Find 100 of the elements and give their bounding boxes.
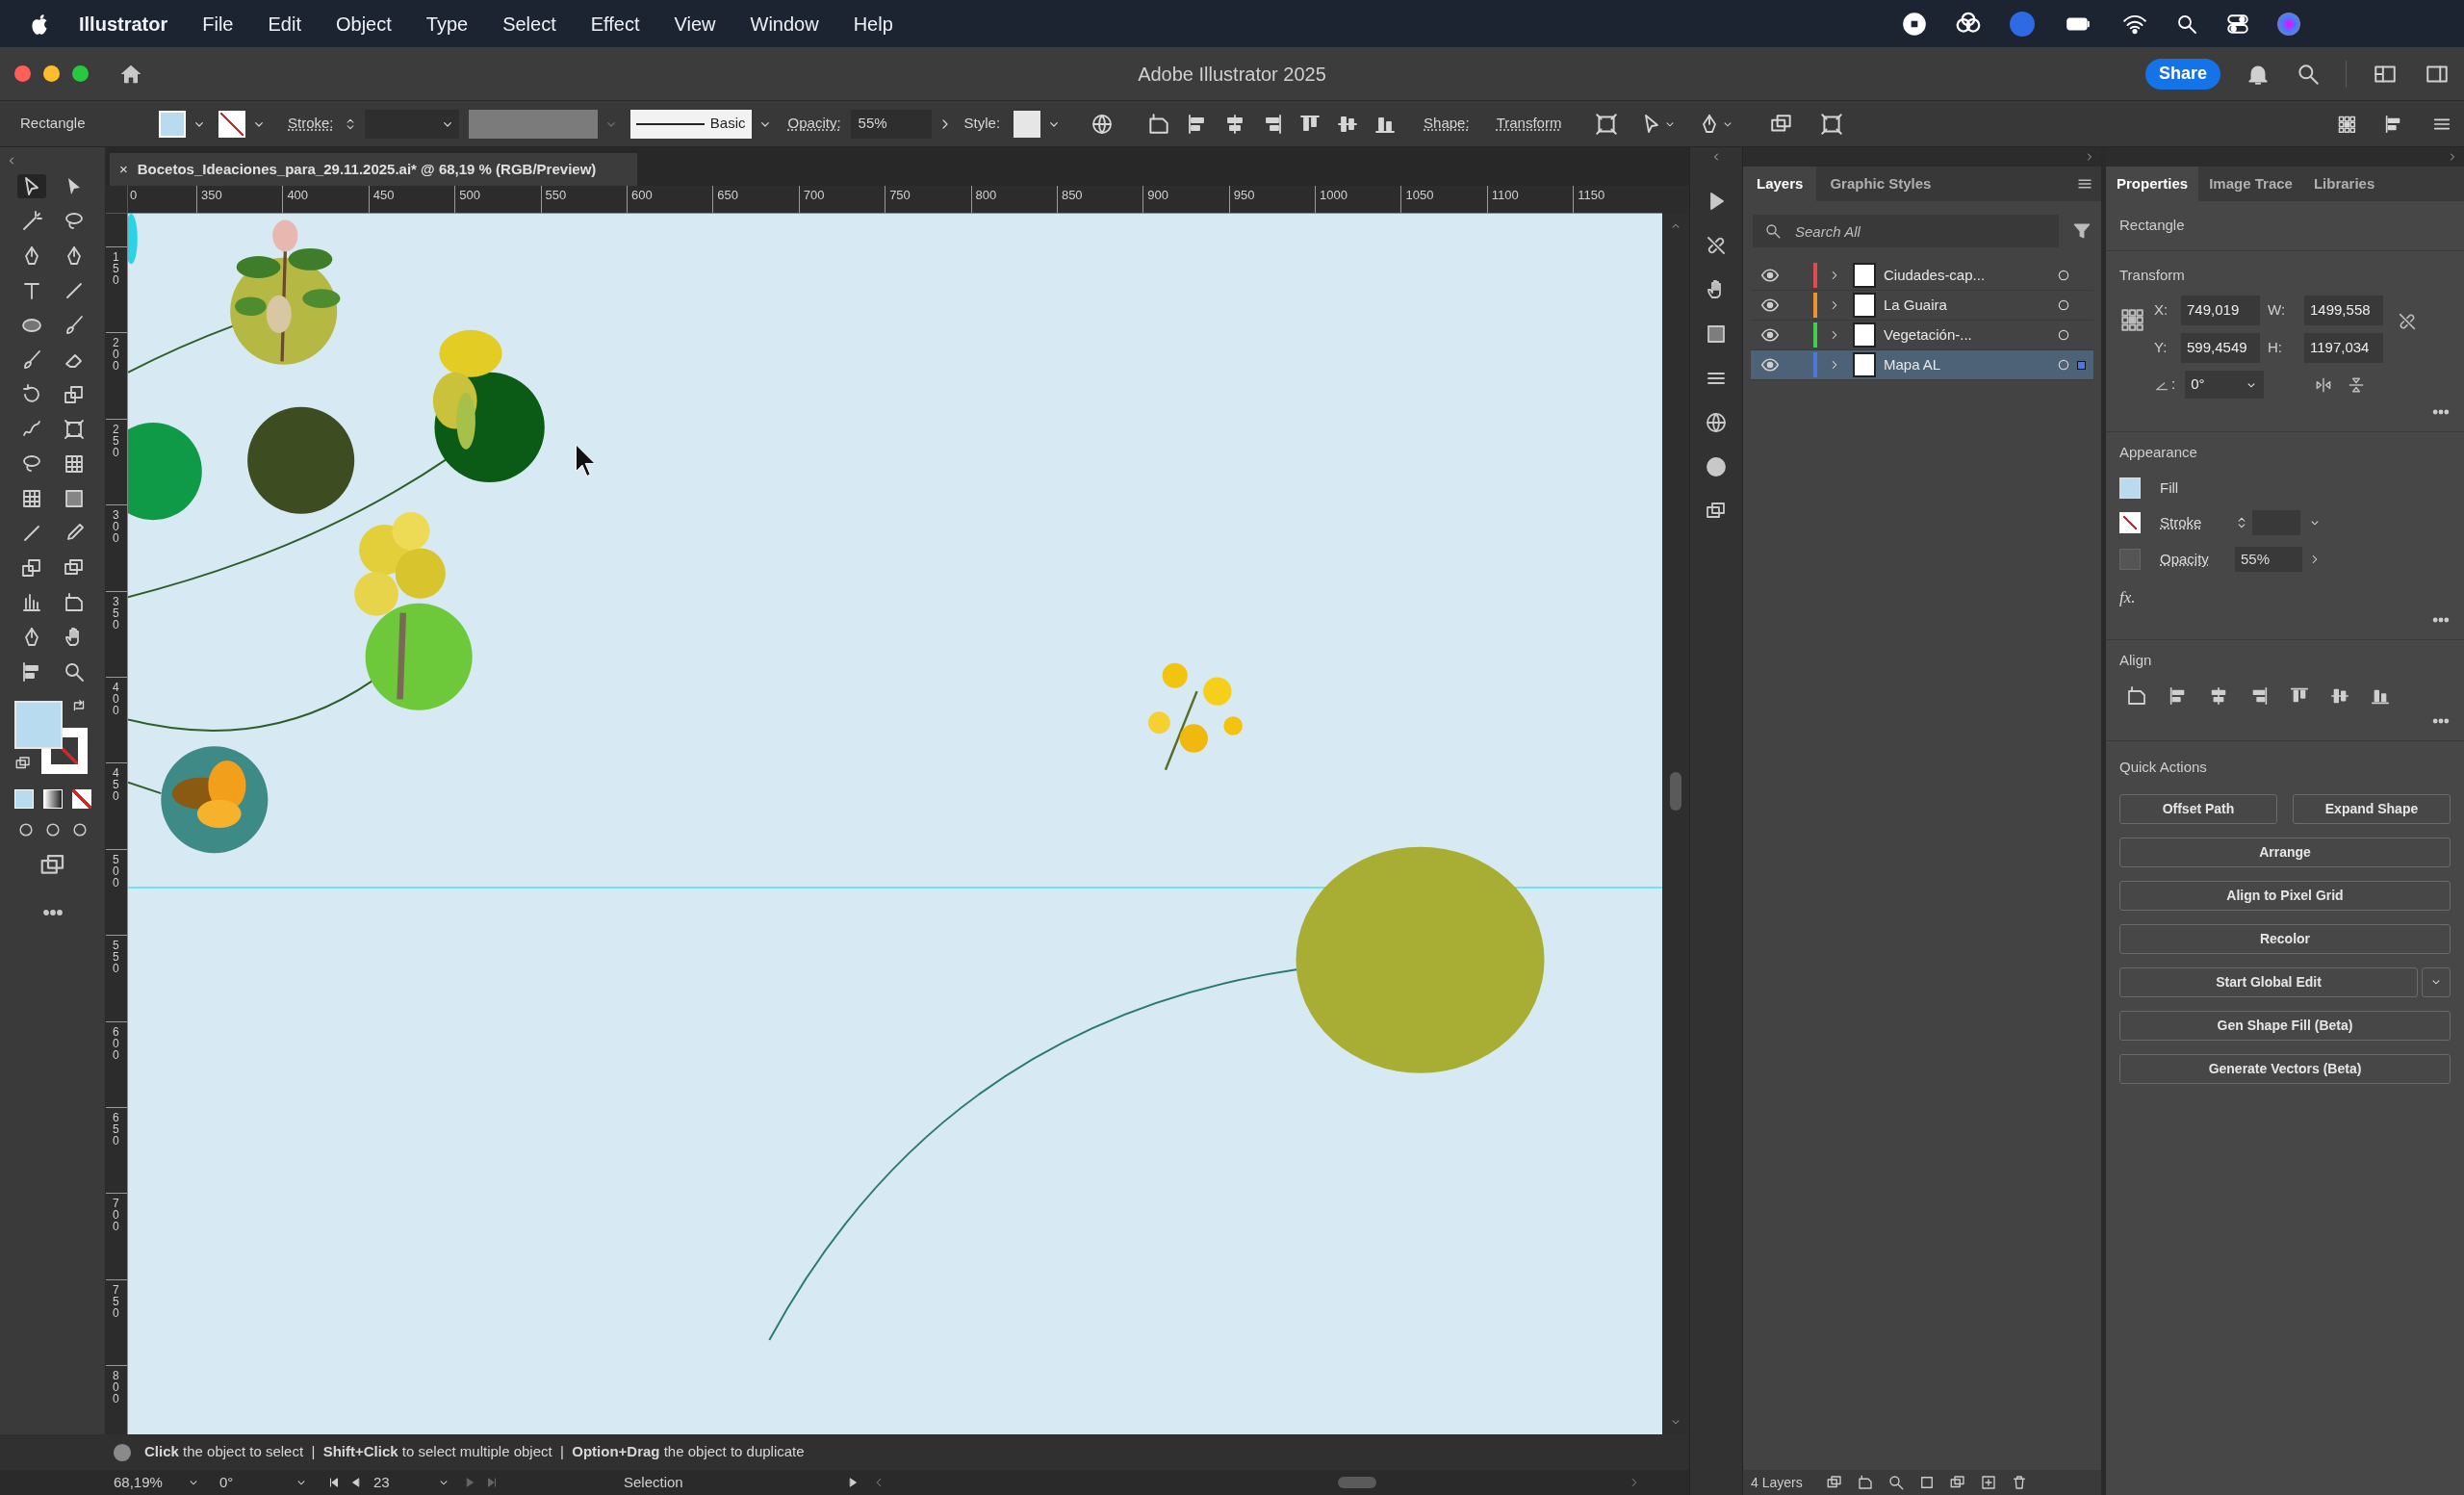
quick-action-button[interactable]: Start Global Edit: [2119, 967, 2418, 997]
app-menu[interactable]: Illustrator: [79, 9, 168, 39]
fill-label: Fill: [2160, 477, 2179, 498]
transform-box-icon[interactable]: [1594, 111, 1620, 137]
ruler-label: 550: [545, 188, 567, 202]
align-to-icon[interactable]: [2125, 684, 2148, 708]
quick-action-button[interactable]: Expand Shape: [2293, 793, 2451, 824]
variable-width-field[interactable]: [468, 109, 598, 139]
layer-name: Vegetación-...: [1884, 324, 1972, 345]
stroke-none-swatch[interactable]: [218, 110, 245, 138]
menu-item[interactable]: View: [674, 9, 716, 39]
layer-row[interactable]: Vegetación-...: [1751, 321, 2093, 350]
stroke-weight-field[interactable]: [364, 109, 459, 139]
eye-icon[interactable]: [1760, 296, 1780, 315]
stroke-label[interactable]: Stroke:: [288, 113, 334, 135]
document-tab[interactable]: × Bocetos_Ideaciones_para_29.11.2025.ai* @ 68,19 % (RGB/Preview): [110, 153, 637, 186]
recolor-globe-icon[interactable]: [1091, 112, 1115, 136]
menu-item[interactable]: Type: [425, 9, 469, 39]
rotation-field[interactable]: 0°: [219, 1471, 308, 1494]
shape-label[interactable]: Shape:: [1424, 113, 1470, 135]
panel-tab[interactable]: Layers: [1743, 167, 1817, 201]
ruler-label: 500: [113, 853, 120, 889]
next-artboard-icon[interactable]: [464, 1477, 475, 1488]
shape-fragment: [128, 214, 138, 265]
graphic-style-swatch[interactable]: [1014, 110, 1041, 138]
quick-action-button[interactable]: Gen Shape Fill (Beta): [2119, 1010, 2451, 1041]
reference-point-icon[interactable]: [2119, 307, 2144, 332]
quick-action-button[interactable]: Arrange: [2119, 837, 2451, 867]
eye-icon[interactable]: [1760, 355, 1780, 374]
target-circle-icon[interactable]: [2056, 327, 2071, 343]
opacity-label[interactable]: Opacity:: [787, 113, 841, 135]
ruler-label: 350: [113, 595, 120, 631]
quick-action-button[interactable]: Align to Pixel Grid: [2119, 880, 2451, 911]
ruler-label: 0: [130, 188, 138, 202]
artboard-number-field[interactable]: 23: [373, 1471, 450, 1494]
menu-item[interactable]: File: [202, 9, 234, 39]
menu-item[interactable]: Effect: [590, 9, 640, 39]
minimize-window-button[interactable]: [43, 65, 60, 82]
transform-field[interactable]: 599,4549: [2181, 333, 2260, 363]
rotation-angle-field[interactable]: 0°: [2185, 371, 2265, 399]
quick-action-button[interactable]: Offset Path: [2119, 793, 2277, 824]
effects-button[interactable]: fx.: [2119, 585, 2136, 610]
menu-item[interactable]: Window: [750, 9, 819, 39]
target-circle-icon[interactable]: [2056, 357, 2071, 373]
scrollbar-thumb[interactable]: [1670, 772, 1681, 811]
last-artboard-icon[interactable]: [485, 1476, 499, 1489]
first-artboard-icon[interactable]: [327, 1476, 341, 1489]
menu-item[interactable]: Select: [502, 9, 556, 39]
ruler-label: 400: [287, 188, 309, 202]
previous-artboard-icon[interactable]: [350, 1477, 362, 1488]
assistant-orb-icon[interactable]: [2277, 12, 2300, 36]
share-button[interactable]: Share: [2144, 58, 2220, 90]
search-icon[interactable]: [1764, 222, 1782, 240]
opacity-field[interactable]: 55%: [850, 109, 932, 139]
frame-icon[interactable]: [1819, 111, 1845, 137]
menu-item[interactable]: Object: [335, 9, 392, 39]
field-label: :: [2171, 374, 2176, 395]
stroke-profile-dropdown[interactable]: Basic: [629, 109, 752, 139]
target-circle-icon[interactable]: [2056, 297, 2071, 313]
close-window-button[interactable]: [14, 65, 31, 82]
ruler-label: 1150: [1578, 188, 1605, 202]
layer-row[interactable]: La Guaira: [1751, 291, 2093, 321]
ruler-label: 300: [113, 509, 120, 545]
filter-icon[interactable]: [2072, 221, 2092, 241]
fill-color-swatch[interactable]: [13, 701, 63, 749]
transform-button[interactable]: Transform: [1496, 113, 1562, 135]
record-icon[interactable]: [1902, 11, 1927, 37]
layer-row[interactable]: Mapa AL: [1751, 350, 2093, 380]
zoom-level-field[interactable]: 68,19%: [114, 1471, 200, 1494]
panel-tab[interactable]: Properties: [2106, 167, 2199, 201]
quick-action-button[interactable]: Generate Vectors (Beta): [2119, 1053, 2451, 1084]
menu-item[interactable]: Help: [853, 9, 893, 39]
opacity-label[interactable]: Opacity: [2160, 548, 2235, 571]
section-title: Appearance: [2119, 443, 2198, 462]
transform-field[interactable]: 749,019: [2181, 296, 2260, 325]
stroke-label[interactable]: Stroke: [2160, 511, 2235, 534]
transform-field[interactable]: 1197,034: [2304, 333, 2383, 363]
links-icon[interactable]: [1705, 234, 1728, 257]
eye-icon[interactable]: [1760, 266, 1780, 285]
fill-swatch[interactable]: [2119, 477, 2141, 499]
eye-icon[interactable]: [1760, 325, 1780, 345]
gradient-mode-button[interactable]: [42, 789, 63, 809]
opacity-field[interactable]: 55%: [2235, 547, 2302, 572]
close-tab-button[interactable]: ×: [119, 158, 128, 181]
target-circle-icon[interactable]: [2056, 268, 2071, 283]
menu-item[interactable]: Edit: [268, 9, 301, 39]
zoom-window-button[interactable]: [72, 65, 89, 82]
constrain-link-icon[interactable]: [2397, 311, 2418, 332]
free-transform-icon[interactable]: [62, 417, 86, 441]
stroke-none-swatch[interactable]: [2119, 512, 2141, 533]
new-layer-icon[interactable]: [1979, 1474, 1997, 1491]
layer-name: La Guaira: [1884, 295, 1947, 315]
scrollbar-thumb[interactable]: [1337, 1477, 1376, 1488]
quick-action-button[interactable]: Recolor: [2119, 923, 2451, 954]
transform-field[interactable]: 1499,558: [2304, 296, 2383, 325]
none-mode-button[interactable]: [71, 789, 91, 809]
layer-row[interactable]: Ciudades-cap...: [1751, 261, 2093, 291]
search-field[interactable]: Search All: [1753, 215, 2059, 247]
color-mode-button[interactable]: [13, 789, 34, 809]
layer-thumbnail: [1853, 293, 1876, 318]
